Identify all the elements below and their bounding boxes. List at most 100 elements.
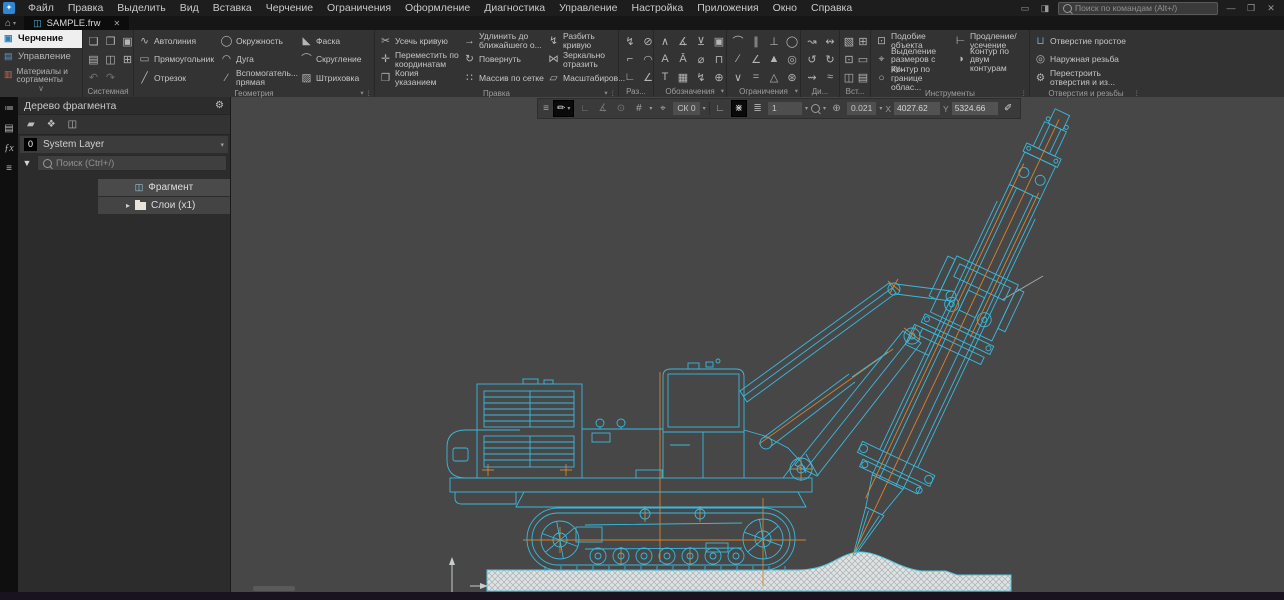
group-pin-icon[interactable]: ⋮ xyxy=(125,86,132,97)
datum-label-icon[interactable]: Ā xyxy=(679,53,686,65)
refresh-icon[interactable]: ↺ xyxy=(807,53,816,66)
smoothness-icon[interactable]: ≈ xyxy=(827,71,833,83)
group-caret-icon[interactable]: ▾ xyxy=(604,90,607,97)
group-caret-icon[interactable]: ▾ xyxy=(795,88,798,95)
zoom-scale-icon[interactable]: ⊕ xyxy=(829,103,844,114)
radial-dimension-icon[interactable]: ◠ xyxy=(643,53,653,66)
coincident-icon[interactable]: ⌒ xyxy=(733,33,744,49)
ortho-mode-icon[interactable]: ∟ xyxy=(713,103,728,114)
parallel-icon[interactable]: ∥ xyxy=(753,35,759,48)
construction-line-button[interactable]: ∕Вспомогатель... прямая xyxy=(218,69,298,87)
restore-button[interactable]: ❐ xyxy=(1244,3,1258,14)
zoom-scale-value[interactable]: 0.021 xyxy=(847,102,876,115)
menu-insert[interactable]: Вставка xyxy=(206,0,259,16)
close-tab-icon[interactable]: ✕ xyxy=(113,19,120,28)
expand-icon[interactable]: ▸ xyxy=(126,201,130,210)
group-footer[interactable]: Ди... xyxy=(801,86,839,97)
autoline-button[interactable]: ∿Автолиния xyxy=(136,37,218,46)
tree-root-row[interactable]: ◫ Фрагмент xyxy=(18,179,230,196)
text-icon[interactable]: T xyxy=(662,71,669,83)
point-snap-icon[interactable]: ⊙ xyxy=(613,103,628,114)
current-layer-dropdown[interactable]: 0 System Layer ▾ xyxy=(20,136,228,153)
angle-snap-icon[interactable]: ∡ xyxy=(595,103,610,114)
coordinate-system-icon[interactable]: ⌖ xyxy=(655,103,670,114)
document-tab[interactable]: ◫ SAMPLE.frw ✕ xyxy=(24,16,129,30)
leader-icon[interactable]: A xyxy=(661,53,668,65)
insert-frame-icon[interactable]: ▭ xyxy=(858,53,868,66)
menu-diagnostics[interactable]: Диагностика xyxy=(477,0,552,16)
circle-button[interactable]: ◯Окружность xyxy=(218,37,298,46)
trim-curve-button[interactable]: ✂Усечь кривую xyxy=(377,37,461,46)
rebuild-holes-button[interactable]: ⚙Перестроить отверстия и из... xyxy=(1032,69,1138,87)
insert-object-icon[interactable]: ⊞ xyxy=(858,35,867,48)
group-footer[interactable]: Правка▾ ⋮ xyxy=(375,88,618,99)
screenshot-icon[interactable]: ◨ xyxy=(1038,3,1052,14)
grid-array-button[interactable]: ∷Массив по сетке xyxy=(461,74,545,83)
redo-icon[interactable]: ↷ xyxy=(106,71,115,84)
drawing-canvas[interactable]: ≡ ✏▾ ∟ ∡ ⊙ # ▾ ⌖ СК 0 ▾ ∟ ⋇ ≣ 1 ▾ ▾ ⊕ 0.… xyxy=(230,97,1284,592)
concentric-icon[interactable]: ◎ xyxy=(787,53,797,66)
save-icon[interactable]: ▣ xyxy=(122,35,132,48)
insert-table-icon[interactable]: ▤ xyxy=(858,71,868,84)
group-footer[interactable]: Ограничения▾ xyxy=(727,86,800,97)
grid-icon[interactable]: # xyxy=(631,103,646,114)
ribbon-tab-materials[interactable]: ▥ Материалы и сортаменты xyxy=(0,66,82,84)
open-folder-icon[interactable]: ❒ xyxy=(106,35,116,48)
image-view-icon[interactable]: ◫ xyxy=(68,119,77,130)
vertical-constraint-icon[interactable]: ∨ xyxy=(734,71,742,84)
table-icon[interactable]: ▦ xyxy=(678,71,688,84)
ribbon-tab-drafting[interactable]: ▣ Черчение xyxy=(0,30,82,48)
move-by-coordinates-button[interactable]: ✛Переместить по координатам xyxy=(377,51,461,69)
rotate-button[interactable]: ↻Повернуть xyxy=(461,55,545,64)
snap-settings-icon[interactable]: ∟ xyxy=(577,103,592,114)
fix-point-icon[interactable]: ▲ xyxy=(769,53,780,65)
extend-button[interactable]: →Удлинить до ближайшего о... xyxy=(461,32,545,50)
print-preview-icon[interactable]: ◫ xyxy=(105,53,115,66)
ribbon-tabs-chevron-icon[interactable]: ∨ xyxy=(0,84,82,96)
parametric-mode-button[interactable]: ⋇ xyxy=(731,100,747,117)
menu-edit[interactable]: Правка xyxy=(61,0,110,16)
group-pin-icon[interactable]: ⋮ xyxy=(610,90,617,97)
deviation-icon[interactable]: ⇝ xyxy=(807,71,816,84)
export-icon[interactable]: ⊞ xyxy=(123,53,132,66)
horizontal-scrollbar[interactable] xyxy=(253,586,295,591)
menu-view[interactable]: Вид xyxy=(173,0,206,16)
arc-button[interactable]: ◠Дуга xyxy=(218,55,298,64)
chevron-down-icon[interactable]: ▾ xyxy=(879,105,882,112)
segment-button[interactable]: ╱Отрезок xyxy=(136,74,218,83)
coordinate-system-value[interactable]: СК 0 xyxy=(673,102,699,115)
diameter-mark-icon[interactable]: ⌀ xyxy=(698,53,705,66)
menu-settings[interactable]: Настройка xyxy=(624,0,690,16)
tree-panel-icon[interactable]: ≔ xyxy=(4,103,14,114)
diameter-dimension-icon[interactable]: ⊘ xyxy=(643,35,652,48)
perpendicular-icon[interactable]: ⊥ xyxy=(769,35,779,48)
tangent-icon[interactable]: ◯ xyxy=(786,35,798,48)
hatch-button[interactable]: ▨Штриховка xyxy=(298,74,372,83)
fillet-button[interactable]: ⌒Скругление xyxy=(298,55,372,64)
equal-icon[interactable]: = xyxy=(753,71,759,83)
insert-fragment-icon[interactable]: ◫ xyxy=(844,71,854,84)
chevron-down-icon[interactable]: ▾ xyxy=(649,105,652,112)
fix-triangle-icon[interactable]: △ xyxy=(770,71,778,84)
layers-panel-icon[interactable]: ≡ xyxy=(6,163,12,174)
group-pin-icon[interactable]: ⋮ xyxy=(1021,90,1028,97)
close-button[interactable]: ✕ xyxy=(1264,3,1278,14)
x-coordinate-field[interactable]: 4027.62 xyxy=(894,102,940,115)
angular-dimension-icon[interactable]: ∟ xyxy=(625,71,636,83)
rebuild-icon[interactable]: ↻ xyxy=(825,53,834,66)
screen-layout-icon[interactable]: ▭ xyxy=(1018,3,1032,14)
style-button[interactable]: ✏▾ xyxy=(553,100,574,117)
menu-management[interactable]: Управление xyxy=(552,0,624,16)
wavy-line-icon[interactable]: ↯ xyxy=(696,71,705,84)
contour-two-contours-button[interactable]: ◑Контур по двум контурам xyxy=(952,47,1027,73)
split-curve-button[interactable]: ↯Разбить кривую xyxy=(545,32,616,50)
cad-drawing[interactable] xyxy=(230,97,1284,592)
chevron-down-icon[interactable]: ▾ xyxy=(703,105,706,112)
group-footer[interactable]: Вст... xyxy=(840,86,870,97)
layers-icon[interactable]: ≣ xyxy=(750,103,765,114)
menu-select[interactable]: Выделить xyxy=(110,0,172,16)
angle-constraint-icon[interactable]: ∠ xyxy=(751,53,761,66)
center-mark-icon[interactable]: ⊕ xyxy=(714,71,723,84)
roughness-icon[interactable]: ∧ xyxy=(661,35,669,48)
variables-panel-icon[interactable]: ƒx xyxy=(4,143,13,154)
